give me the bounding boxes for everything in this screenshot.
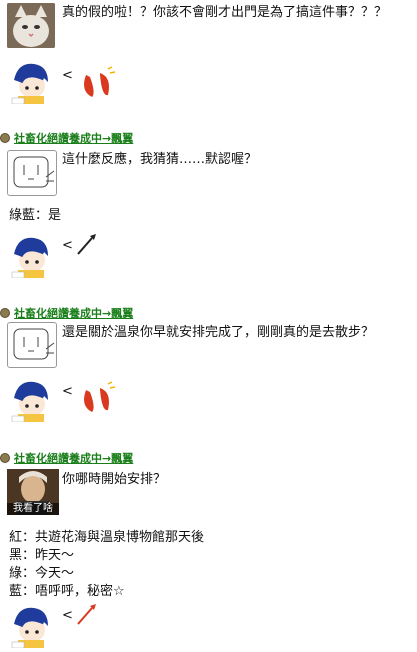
- dog-face-icon: [7, 322, 57, 368]
- less-than-symbol: <: [62, 68, 73, 83]
- message-text: 黑：昨天～: [9, 548, 75, 563]
- dog-face-icon: [7, 150, 57, 196]
- user-dot-icon: [0, 133, 10, 143]
- red-sausage-sticker-icon: [78, 378, 118, 422]
- user-name-link[interactable]: 社畜化絕讚養成中→飄翼: [14, 130, 133, 146]
- user-dot-icon: [0, 453, 10, 463]
- message-text: 還是關於溫泉你早就安排完成了，剛剛真的是去散步？: [62, 325, 375, 340]
- stick-sticker-icon: [74, 232, 100, 260]
- cat-meme-icon: [7, 3, 55, 48]
- message-text: 你哪時開始安排？: [62, 472, 167, 487]
- chibi-avatar-icon: [8, 234, 54, 279]
- message-text: 綠：今天～: [9, 566, 75, 581]
- user-header: 社畜化絕讚養成中→飄翼: [0, 305, 133, 321]
- less-than-symbol: <: [62, 608, 73, 623]
- less-than-symbol: <: [62, 238, 73, 253]
- user-header: 社畜化絕讚養成中→飄翼: [0, 130, 133, 146]
- man-portrait-icon: 我看了啥: [7, 469, 59, 515]
- chibi-avatar-icon: [8, 378, 54, 423]
- user-name-link[interactable]: 社畜化絕讚養成中→飄翼: [14, 450, 133, 466]
- message-text: 綠藍：是: [9, 208, 62, 223]
- message-text: 紅：共遊花海與溫泉博物館那天後: [9, 530, 205, 545]
- less-than-symbol: <: [62, 384, 73, 399]
- chibi-avatar-icon: [8, 604, 54, 649]
- image-caption: 我看了啥: [7, 503, 59, 515]
- chibi-avatar-icon: [8, 60, 54, 105]
- user-name-link[interactable]: 社畜化絕讚養成中→飄翼: [14, 305, 133, 321]
- message-text: 真的假的啦！？你該不會剛才出門是為了搞這件事？？？: [62, 5, 388, 20]
- message-text: 藍：唔呼呼，秘密☆: [9, 584, 125, 599]
- stick-sticker-icon: [74, 602, 100, 630]
- user-dot-icon: [0, 308, 10, 318]
- message-text: 這什麼反應，我猜猜……默認喔？: [62, 152, 258, 167]
- red-sausage-sticker-icon: [78, 63, 118, 107]
- user-header: 社畜化絕讚養成中→飄翼: [0, 450, 133, 466]
